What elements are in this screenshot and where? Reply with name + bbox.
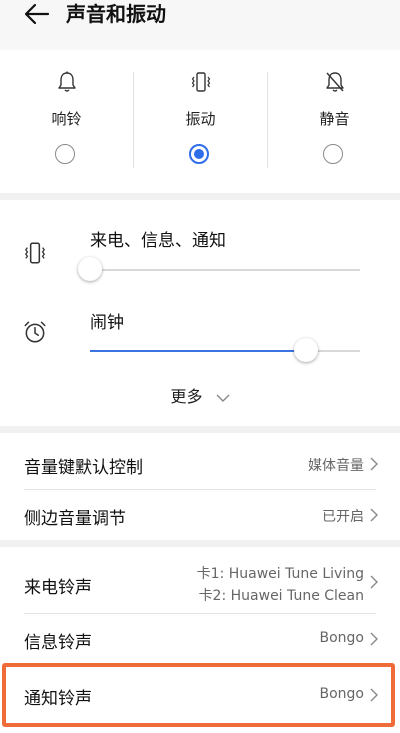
- ring-volume-slider[interactable]: [78, 257, 360, 281]
- chevron-down-icon: [216, 394, 230, 402]
- mode-ring[interactable]: 响铃: [0, 50, 133, 193]
- chevron-right-icon: [370, 457, 378, 471]
- call-ringtone-label: 来电铃声: [24, 578, 92, 598]
- side-volume-label: 侧边音量调节: [24, 509, 126, 529]
- alarm-volume-fill: [90, 350, 306, 352]
- mode-silent-radio[interactable]: [323, 144, 343, 164]
- alarm-volume-slider[interactable]: [90, 338, 360, 362]
- ring-volume-thumb[interactable]: [78, 257, 102, 281]
- volume-settings-card: 音量键默认控制 媒体音量 侧边音量调节 已开启: [0, 433, 400, 540]
- volume-key-control-value: 媒体音量: [308, 458, 364, 474]
- mode-ring-label: 响铃: [51, 110, 82, 128]
- mode-silent-label: 静音: [319, 110, 350, 128]
- message-ringtone-value: Bongo: [319, 630, 365, 646]
- vibrate-icon: [24, 242, 46, 264]
- highlight-box: [2, 663, 395, 727]
- volume-card: 来电、信息、通知 闹钟 更多: [0, 200, 400, 426]
- chevron-right-icon: [370, 632, 378, 646]
- call-ringtone-row[interactable]: 来电铃声 卡1: Huawei Tune Living 卡2: Huawei T…: [0, 547, 400, 613]
- side-volume-row[interactable]: 侧边音量调节 已开启: [0, 490, 400, 540]
- mode-vibrate-radio[interactable]: [189, 144, 209, 164]
- mode-ring-radio[interactable]: [55, 144, 75, 164]
- page-title: 声音和振动: [66, 2, 166, 26]
- side-volume-value: 已开启: [322, 509, 364, 525]
- call-ringtone-value-1: 卡1: Huawei Tune Living: [196, 566, 364, 582]
- arrow-left-icon[interactable]: [24, 2, 50, 26]
- mode-vibrate-label: 振动: [185, 110, 216, 128]
- ring-volume-label: 来电、信息、通知: [90, 231, 226, 251]
- alarm-volume-thumb[interactable]: [294, 338, 318, 362]
- message-ringtone-row[interactable]: 信息铃声 Bongo: [0, 614, 400, 664]
- alarm-clock-icon: [24, 321, 46, 343]
- header: 声音和振动: [0, 0, 400, 50]
- volume-key-control-label: 音量键默认控制: [24, 458, 143, 478]
- bell-icon: [58, 71, 76, 92]
- chevron-right-icon: [370, 575, 378, 589]
- alarm-volume-label: 闹钟: [90, 313, 124, 333]
- bell-off-icon: [326, 72, 344, 92]
- call-ringtone-value-2: 卡2: Huawei Tune Clean: [198, 588, 364, 604]
- chevron-right-icon: [370, 508, 378, 522]
- message-ringtone-label: 信息铃声: [24, 633, 92, 653]
- volume-key-control-row[interactable]: 音量键默认控制 媒体音量: [0, 433, 400, 489]
- more-label: 更多: [170, 387, 203, 406]
- sound-mode-card: 响铃 振动 静音: [0, 50, 400, 193]
- mode-silent[interactable]: 静音: [268, 50, 400, 193]
- mode-vibrate[interactable]: 振动: [134, 50, 267, 193]
- more-button[interactable]: 更多: [0, 383, 400, 407]
- vibrate-icon: [191, 72, 211, 92]
